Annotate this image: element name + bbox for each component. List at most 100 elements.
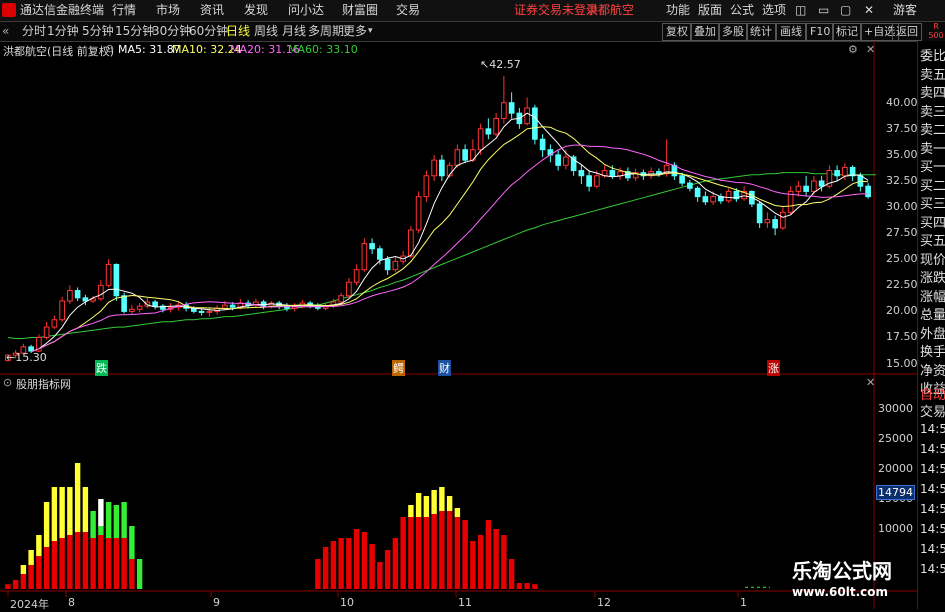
menu-banmian[interactable]: 版面 xyxy=(698,0,722,21)
indicator-bar xyxy=(36,556,42,589)
indicator-bar xyxy=(43,547,50,589)
tab-60min[interactable]: 60分钟 xyxy=(189,22,228,41)
indicator-bar xyxy=(477,535,484,589)
candle-body xyxy=(508,102,515,114)
app-logo-icon xyxy=(2,3,16,17)
tick-time: 14:56 xyxy=(920,442,945,456)
menu-hangqing[interactable]: 行情 xyxy=(112,0,136,21)
candle-body xyxy=(485,128,492,135)
candle-body xyxy=(439,159,445,177)
mark-button[interactable]: 标记 xyxy=(832,23,862,41)
candle-body xyxy=(59,300,65,321)
fuquan-button[interactable]: 复权 xyxy=(662,23,692,41)
tick-time: 14:56 xyxy=(920,562,945,576)
candle-body xyxy=(384,258,391,271)
signal-marker-die: 跌 xyxy=(95,360,108,376)
candle-body xyxy=(780,211,786,229)
candle-body xyxy=(206,310,213,313)
tab-weekly[interactable]: 周线 xyxy=(254,22,278,41)
candle-body xyxy=(369,243,375,250)
tab-5min[interactable]: 5分钟 xyxy=(82,22,114,41)
indicator-close-icon[interactable]: ✕ xyxy=(866,376,875,389)
menu-jiaoyi[interactable]: 交易 xyxy=(396,0,420,21)
quote-panel-item: 买一 xyxy=(920,160,945,175)
indicator-bar xyxy=(361,532,368,589)
watermark-url: www.60lt.com xyxy=(792,585,889,599)
statistics-button[interactable]: 统计 xyxy=(746,23,776,41)
menu-xuanxiang[interactable]: 选项 xyxy=(762,0,786,21)
indicator-bar xyxy=(346,538,352,589)
candle-body xyxy=(702,196,709,203)
indicator-axis-label: 10000 xyxy=(878,522,913,535)
watermark-title: 乐淘公式网 xyxy=(792,559,892,583)
menu-wenxiaoda[interactable]: 问小达 xyxy=(288,0,324,21)
menu-gongshi[interactable]: 公式 xyxy=(730,0,754,21)
price-axis-label: 25.00 xyxy=(886,252,918,266)
candle-body xyxy=(687,182,693,189)
indicator-bar xyxy=(59,487,65,538)
candle-body xyxy=(431,159,437,177)
candle-body xyxy=(764,219,771,224)
close-icon[interactable]: ✕ xyxy=(864,0,874,21)
menu-faxian[interactable]: 发现 xyxy=(244,0,268,21)
candle-body xyxy=(710,196,716,203)
candle-body xyxy=(694,187,701,198)
indicator-bar xyxy=(82,487,89,532)
candle-body xyxy=(353,269,360,283)
tab-fenshi[interactable]: 分时 xyxy=(22,22,46,41)
tab-30min[interactable]: 30分钟 xyxy=(152,22,191,41)
chevron-down-icon[interactable]: ▾ xyxy=(368,22,373,41)
skin-icon[interactable]: ◫ xyxy=(795,0,806,21)
quote-panel-item: 卖四 xyxy=(920,86,945,101)
candle-body xyxy=(74,290,81,299)
menu-shichang[interactable]: 市场 xyxy=(156,0,180,21)
indicator-bar xyxy=(485,520,492,589)
indicator-bar xyxy=(28,565,34,589)
candle-body xyxy=(818,180,825,187)
minimize-icon[interactable]: ▭ xyxy=(818,0,829,21)
draw-line-button[interactable]: 画线 xyxy=(776,23,806,41)
indicator-menu-icon-2[interactable]: ⊙ xyxy=(3,376,12,389)
guest-label[interactable]: 游客 xyxy=(893,0,917,21)
quote-panel-item: 买三 xyxy=(920,197,945,212)
overlay-button[interactable]: 叠加 xyxy=(690,23,720,41)
candle-body xyxy=(377,248,383,260)
candle-body xyxy=(392,260,399,271)
indicator-bar xyxy=(439,487,445,511)
tab-monthly[interactable]: 月线 xyxy=(282,22,306,41)
indicator-bar xyxy=(59,538,65,589)
candle-body xyxy=(346,281,352,297)
ma5-line xyxy=(30,112,869,353)
back-button[interactable]: 返回 xyxy=(892,23,922,41)
candle-body xyxy=(834,170,840,177)
indicator-bar xyxy=(446,511,453,589)
maximize-icon[interactable]: ▢ xyxy=(840,0,851,21)
quote-panel-item: 现价 xyxy=(920,252,945,268)
candle-body xyxy=(462,149,468,161)
menu-caifuquan[interactable]: 财富圈 xyxy=(342,0,378,21)
candle-body xyxy=(121,295,127,312)
indicator-bar xyxy=(454,508,461,517)
indicator-bar xyxy=(423,496,430,517)
candle-body xyxy=(82,297,89,302)
period-tab-bar: « 分时 1分钟 5分钟 15分钟 30分钟 60分钟 日线 周线 月线 多周期… xyxy=(0,22,945,42)
tab-15min[interactable]: 15分钟 xyxy=(115,22,154,41)
menu-zixun[interactable]: 资讯 xyxy=(200,0,224,21)
price-axis-label: 30.00 xyxy=(886,200,918,214)
indicator-bar xyxy=(67,535,73,589)
indicator-bar xyxy=(470,541,476,589)
indicator-bar xyxy=(353,529,360,589)
chevron-left-icon[interactable]: « xyxy=(2,22,9,41)
tab-more[interactable]: 更多 xyxy=(343,22,367,41)
tab-1min[interactable]: 1分钟 xyxy=(47,22,79,41)
signal-marker-zhang: 涨 xyxy=(767,360,780,376)
indicator-bar xyxy=(98,535,104,589)
kline-chart[interactable] xyxy=(0,41,917,609)
tab-multi-period[interactable]: 多周期 xyxy=(308,22,344,41)
multi-stock-button[interactable]: 多股 xyxy=(718,23,748,41)
indicator-bar xyxy=(384,550,391,589)
f10-button[interactable]: F10 xyxy=(806,23,835,41)
tab-daily[interactable]: 日线 xyxy=(226,22,250,41)
indicator-bar xyxy=(454,517,461,589)
menu-gongneng[interactable]: 功能 xyxy=(666,0,690,21)
